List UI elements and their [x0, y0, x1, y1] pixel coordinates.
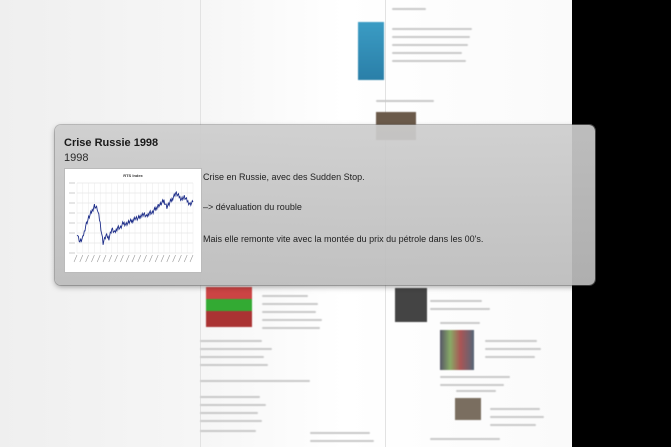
card-title: Crise Russie 1998 — [64, 137, 159, 149]
chart-x-tick — [189, 254, 194, 263]
slide-card[interactable]: Crise Russie 1998 1998 RTS Index Crise e… — [55, 125, 595, 285]
chart-x-tick — [183, 254, 188, 263]
chart-x-tick — [79, 254, 84, 263]
book-cover-thumbnail — [358, 22, 384, 80]
card-text-line-3: Mais elle remonte vite avec la montée du… — [203, 234, 484, 244]
chart-x-tick — [125, 254, 130, 263]
chart-x-tick — [178, 254, 182, 263]
chart-x-tick — [85, 254, 89, 263]
chart-x-tick — [73, 254, 78, 263]
chart-x-tick — [131, 254, 136, 263]
chart-plot — [69, 182, 194, 263]
chart-x-tick — [120, 254, 124, 263]
chart-x-tick — [143, 254, 147, 263]
rts-index-chart: RTS Index — [64, 168, 202, 273]
chart-x-tick — [172, 254, 176, 263]
chart-x-tick — [114, 254, 118, 263]
chart-x-tick — [137, 254, 142, 263]
infographic-thumbnail — [206, 287, 252, 327]
chart-x-tick — [166, 254, 171, 263]
chart-x-tick — [149, 254, 153, 263]
chart-x-tick — [96, 254, 101, 263]
chart-x-tick — [91, 254, 95, 263]
chart-x-tick — [154, 254, 159, 263]
chart-x-tick — [108, 254, 113, 263]
photo-thumbnail — [455, 398, 481, 420]
photo-thumbnail — [395, 288, 427, 322]
photo-thumbnail — [440, 330, 474, 370]
card-text-line-1: Crise en Russie, avec des Sudden Stop. — [203, 172, 365, 182]
chart-x-tick — [160, 254, 165, 263]
card-text-line-2: –> dévaluation du rouble — [203, 202, 302, 212]
chart-x-tick — [102, 254, 107, 263]
card-year: 1998 — [64, 152, 89, 164]
